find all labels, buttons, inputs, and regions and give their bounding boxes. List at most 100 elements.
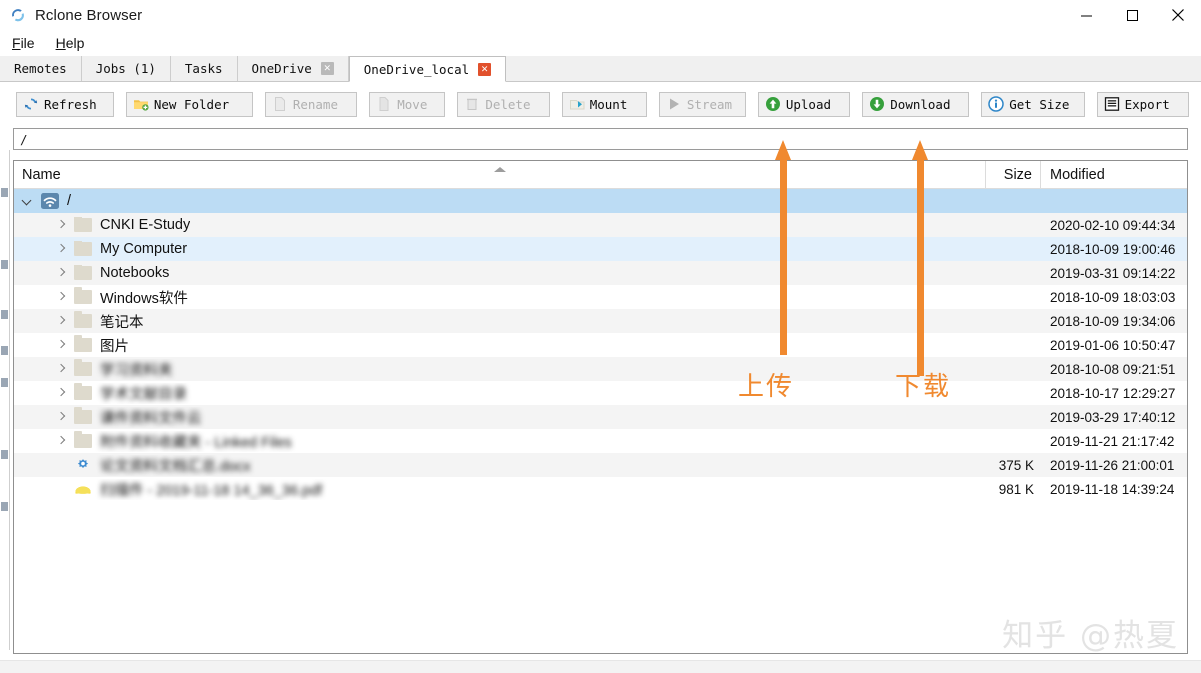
tab-strip: Remotes Jobs (1) Tasks OneDrive ✕ OneDrive_lo… (0, 56, 1201, 82)
folder-icon (74, 241, 92, 256)
chevron-right-icon[interactable] (56, 316, 67, 327)
menu-file-mnemonic: F (12, 35, 21, 51)
upload-arrow-shaft (780, 156, 787, 355)
chevron-right-icon[interactable] (56, 340, 67, 351)
file-modified-cell: 2019-11-26 21:00:01 (1050, 457, 1175, 473)
background-window-sliver (0, 150, 10, 650)
file-modified-cell: 2018-10-17 12:29:27 (1050, 385, 1176, 401)
chevron-right-icon[interactable] (56, 292, 67, 303)
file-list-row[interactable]: 图片 2019-01-06 10:50:47 (14, 333, 1187, 357)
rclone-logo-icon (8, 5, 28, 25)
tab-close-icon[interactable]: ✕ (478, 62, 492, 76)
file-list-row[interactable]: CNKI E-Study 2020-02-10 09:44:34 (14, 213, 1187, 237)
file-name-cell: Notebooks (14, 265, 986, 281)
menu-item-help[interactable]: Help (54, 33, 94, 53)
file-modified-cell: 2019-01-06 10:50:47 (1050, 337, 1176, 353)
get-size-button[interactable]: Get Size (981, 91, 1085, 117)
file-list-row[interactable]: 学习资料夹 2018-10-08 09:21:51 (14, 357, 1187, 381)
file-modified-cell: 2019-11-18 14:39:24 (1050, 481, 1175, 497)
tab-close-icon[interactable]: ✕ (320, 62, 334, 75)
chevron-right-icon[interactable] (56, 388, 67, 399)
file-name-cell: 扫描件 - 2019-11-18 14_36_36.pdf (14, 479, 986, 500)
menu-help-mnemonic: H (55, 35, 66, 51)
rename-icon (272, 96, 288, 112)
mount-button[interactable]: Mount (561, 91, 647, 117)
refresh-button[interactable]: Refresh (16, 91, 114, 117)
file-list-row[interactable]: 附件资料收藏夹 - Linked Files 2019-11-21 21:17:4… (14, 429, 1187, 453)
folder-icon (74, 311, 92, 328)
minimize-button[interactable] (1063, 0, 1109, 30)
chevron-right-icon[interactable] (56, 412, 67, 423)
close-button[interactable] (1155, 0, 1201, 30)
file-list-row[interactable]: 扫描件 - 2019-11-18 14_36_36.pdf 981 K 2019-1… (14, 477, 1187, 501)
window-controls (1063, 0, 1201, 30)
upload-icon (765, 96, 781, 112)
toolbar-button-label: Mount (589, 96, 628, 112)
file-list-row[interactable]: My Computer 2018-10-09 19:00:46 (14, 237, 1187, 261)
maximize-button[interactable] (1109, 0, 1155, 30)
sort-ascending-icon (494, 167, 506, 172)
tab-jobs-1[interactable]: Jobs (1) (81, 56, 171, 81)
column-header-size-label: Size (1003, 166, 1032, 183)
window-title: Rclone Browser (35, 6, 143, 24)
folder-icon (74, 287, 92, 304)
file-name-cell: / (14, 192, 986, 210)
window-bottom-frame (0, 660, 1201, 673)
file-list-row[interactable]: / (14, 189, 1187, 213)
folder-icon (74, 407, 92, 424)
new-folder-button[interactable]: New Folder (125, 91, 253, 117)
rename-button: Rename (264, 91, 358, 117)
column-header-name[interactable]: Name (14, 161, 986, 188)
tab-onedrive-local[interactable]: OneDrive_local ✕ (348, 56, 507, 82)
stream-button: Stream (658, 91, 746, 117)
file-name-label: 课件资料文件云 (100, 410, 202, 427)
file-list-row[interactable]: 学术文献目录 2018-10-17 12:29:27 (14, 381, 1187, 405)
toolbar-button-label: New Folder (153, 96, 230, 112)
file-modified-cell: 2018-10-09 18:03:03 (1050, 289, 1176, 305)
file-list-row[interactable]: Notebooks 2019-03-31 09:14:22 (14, 261, 1187, 285)
file-name-cell: CNKI E-Study (14, 217, 986, 233)
chevron-right-icon[interactable] (56, 436, 67, 447)
column-header-modified[interactable]: Modified (1041, 161, 1187, 188)
export-button[interactable]: Export (1096, 91, 1189, 117)
toolbar-button-label: Delete (485, 96, 531, 112)
file-name-cell: 附件资料收藏夹 - Linked Files (14, 431, 986, 452)
file-name-label: 学习资料夹 (100, 362, 173, 379)
info-icon (988, 96, 1004, 112)
file-name-label: Notebooks (100, 265, 170, 281)
chevron-right-icon[interactable] (56, 364, 67, 375)
tab-tasks[interactable]: Tasks (170, 56, 238, 81)
folder-icon (74, 217, 92, 232)
file-modified-cell: 2018-10-09 19:34:06 (1050, 313, 1176, 329)
chevron-right-icon[interactable] (56, 268, 67, 279)
file-modified-cell: 2019-11-21 21:17:42 (1050, 433, 1175, 449)
path-input-value: / (20, 131, 28, 147)
menu-item-file[interactable]: File (10, 33, 44, 53)
toolbar-button-label: Download (890, 96, 951, 112)
download-button[interactable]: Download (862, 91, 970, 117)
delete-button: Delete (457, 91, 550, 117)
file-name-label: 论文资料文档汇总.docx (100, 458, 251, 475)
tab-label: Jobs (1) (95, 61, 156, 76)
file-name-cell: 图片 (14, 335, 986, 356)
tab-onedrive[interactable]: OneDrive ✕ (237, 56, 349, 81)
chevron-down-icon[interactable] (22, 196, 33, 207)
menu-file-rest: ile (20, 35, 35, 51)
file-list-row[interactable]: Windows软件 2018-10-09 18:03:03 (14, 285, 1187, 309)
file-list-row[interactable]: 课件资料文件云 2019-03-29 17:40:12 (14, 405, 1187, 429)
tab-remotes[interactable]: Remotes (0, 56, 82, 81)
file-name-label: 学术文献目录 (100, 386, 187, 403)
tab-strip-filler (506, 56, 1201, 81)
folder-icon (74, 335, 92, 352)
file-list-view[interactable]: Name Size Modified / CNKI E-Study 2020-02-… (13, 160, 1188, 654)
file-list-row[interactable]: 论文资料文档汇总.docx 375 K 2019-11-26 21:00:01 (14, 453, 1187, 477)
upload-annotation-arrow (775, 140, 792, 355)
path-input[interactable]: / (13, 128, 1188, 150)
file-list-row[interactable]: 笔记本 2018-10-09 19:34:06 (14, 309, 1187, 333)
chevron-right-icon[interactable] (56, 244, 67, 255)
column-header-size[interactable]: Size (986, 161, 1041, 188)
chevron-right-icon[interactable] (56, 220, 67, 231)
upload-button[interactable]: Upload (757, 91, 851, 117)
file-name-label: / (67, 193, 72, 209)
folder-icon (74, 431, 92, 448)
